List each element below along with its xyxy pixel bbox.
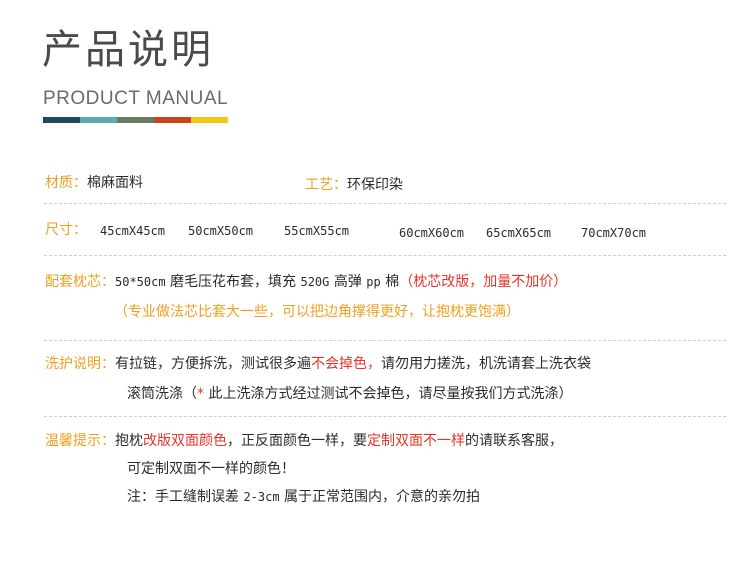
size-item: 45cmX45cm — [100, 224, 166, 238]
color-bar-segment — [191, 117, 228, 123]
color-bar — [43, 117, 228, 123]
notice-label: 温馨提示： — [45, 433, 115, 449]
material-label: 材质： — [45, 175, 87, 191]
divider — [44, 203, 726, 204]
core-text: 棉 — [385, 274, 400, 290]
material-value: 棉麻面料 — [87, 175, 143, 191]
core-weight: 520G — [300, 275, 330, 289]
notice-text: ，正反面颜色一样，要 — [227, 433, 367, 449]
notice-tolerance: 2-3cm — [243, 490, 280, 504]
notice-text: 属于正常范围内，介意的亲勿拍 — [284, 489, 481, 505]
notice-text: 注：手工缝制误差 — [127, 489, 239, 505]
core-label: 配套枕芯： — [45, 274, 115, 290]
size-label: 尺寸： — [45, 222, 87, 238]
material-row: 材质：棉麻面料 — [45, 173, 143, 193]
wash-line-2: 滚筒洗涤（* 此上洗涤方式经过测试不会掉色，请尽量按我们方式洗涤） — [127, 384, 572, 404]
core-text: 磨毛压花布套，填充 — [170, 274, 297, 290]
wash-line-1: 洗护说明：有拉链，方便拆洗，测试很多遍不会掉色，请勿用力搓洗，机洗请套上洗衣袋 — [45, 354, 591, 374]
core-size: 50*50cm — [115, 275, 166, 289]
divider — [44, 340, 726, 341]
notice-line-1: 温馨提示：抱枕改版双面颜色，正反面颜色一样，要定制双面不一样的请联系客服， — [45, 431, 563, 451]
size-row: 尺寸： — [45, 220, 87, 240]
craft-label: 工艺： — [305, 177, 347, 193]
color-bar-segment — [154, 117, 191, 123]
craft-value: 环保印染 — [347, 177, 403, 193]
color-bar-segment — [80, 117, 117, 123]
core-note: （专业做法芯比套大一些，可以把边角撑得更好，让抱枕更饱满） — [114, 304, 520, 320]
notice-text: 的请联系客服， — [465, 433, 563, 449]
size-item: 50cmX50cm — [188, 224, 254, 238]
wash-text: 此上洗涤方式经过测试不会掉色，请尽量按我们方式洗涤） — [208, 386, 573, 402]
wash-highlight: 不会掉色， — [311, 356, 381, 372]
core-material: pp — [366, 275, 381, 289]
size-item: 70cmX70cm — [581, 226, 647, 240]
notice-line-2: 可定制双面不一样的颜色！ — [127, 459, 295, 479]
notice-highlight: 定制双面不一样 — [367, 433, 465, 449]
wash-star: * — [197, 386, 204, 402]
wash-text: 有拉链，方便拆洗，测试很多遍 — [115, 356, 311, 372]
wash-label: 洗护说明： — [45, 356, 115, 372]
size-item: 65cmX65cm — [486, 226, 552, 240]
core-line-1: 配套枕芯：50*50cm 磨毛压花布套，填充 520G 高弹 pp 棉（枕芯改版… — [45, 272, 567, 292]
size-item: 60cmX60cm — [399, 226, 465, 240]
notice-text: 抱枕 — [115, 433, 143, 449]
wash-text: 滚筒洗涤（ — [127, 386, 197, 402]
core-highlight: （枕芯改版，加量不加价） — [399, 274, 568, 290]
notice-line-3: 注：手工缝制误差 2-3cm 属于正常范围内，介意的亲勿拍 — [127, 487, 480, 507]
notice-highlight: 改版双面颜色 — [143, 433, 227, 449]
core-line-2: （专业做法芯比套大一些，可以把边角撑得更好，让抱枕更饱满） — [114, 302, 520, 322]
divider — [44, 255, 726, 256]
wash-text: 请勿用力搓洗，机洗请套上洗衣袋 — [381, 356, 591, 372]
core-text: 高弹 — [333, 274, 362, 290]
size-item: 55cmX55cm — [284, 224, 350, 238]
divider — [44, 416, 726, 417]
page-title-en: PRODUCT MANUAL — [43, 88, 229, 109]
notice-text: 可定制双面不一样的颜色！ — [127, 461, 295, 477]
color-bar-segment — [43, 117, 80, 123]
color-bar-segment — [117, 117, 154, 123]
craft-row: 工艺：环保印染 — [305, 175, 403, 195]
page-title-cn: 产品说明 — [42, 27, 214, 73]
